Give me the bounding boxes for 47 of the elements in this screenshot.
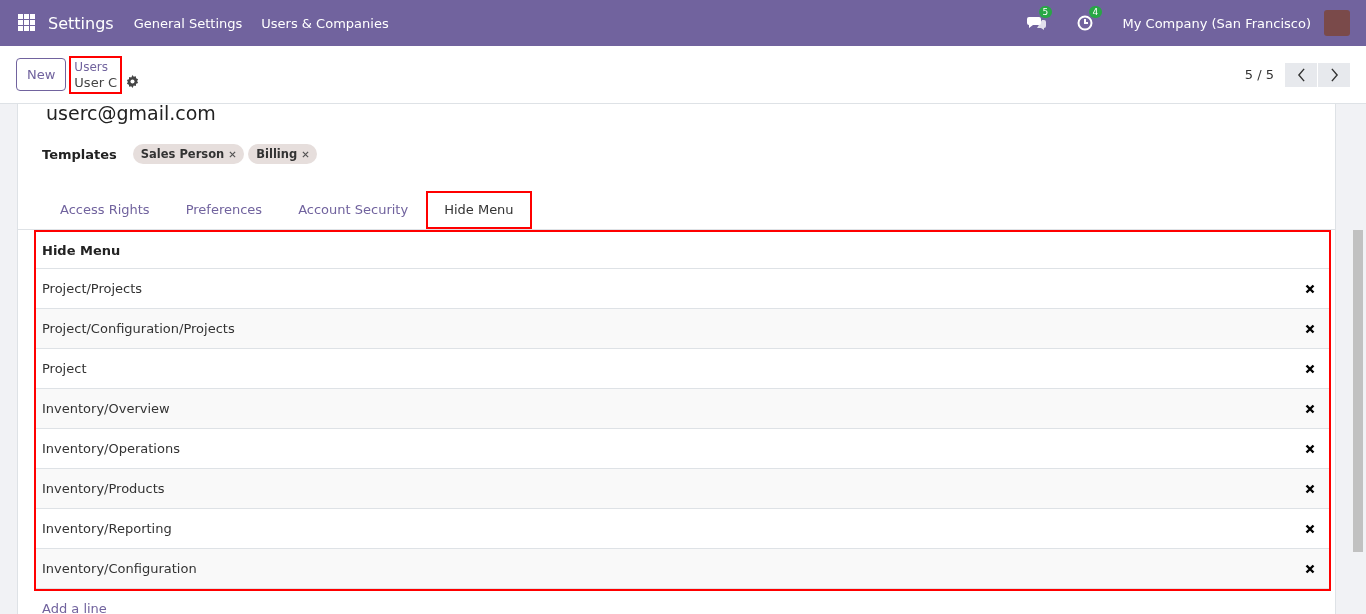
tab[interactable]: Account Security	[280, 191, 427, 229]
record-name: User C	[74, 74, 118, 90]
template-tag[interactable]: Sales Person	[132, 144, 245, 164]
chat-icon[interactable]	[1026, 15, 1047, 31]
delete-icon[interactable]	[1305, 563, 1315, 574]
nav-menu-item[interactable]: General Settings	[133, 15, 243, 31]
table-cell-text: Inventory/Reporting	[42, 521, 173, 536]
company-switcher[interactable]: My Company (San Francisco)	[1122, 15, 1311, 31]
previous-button[interactable]	[1285, 62, 1317, 87]
delete-icon[interactable]	[1305, 323, 1315, 334]
table-cell-text: Inventory/Configuration	[42, 561, 198, 576]
template-tag[interactable]: Billing	[248, 144, 318, 164]
table-cell-text: Inventory/Operations	[42, 441, 181, 456]
remove-icon[interactable]	[229, 151, 237, 158]
apps-grid-icon[interactable]	[18, 14, 36, 32]
add-line-link[interactable]: Add a line	[42, 601, 1335, 614]
delete-icon[interactable]	[1305, 283, 1315, 294]
table-cell-text: Project/Projects	[42, 281, 144, 296]
new-button[interactable]: New	[16, 58, 67, 91]
column-header: Hide Menu	[42, 242, 121, 258]
notification-count: 5	[1038, 6, 1053, 18]
tab[interactable]: Hide Menu	[426, 191, 532, 229]
remove-icon[interactable]	[302, 151, 310, 158]
table-cell-text: Inventory/Products	[42, 481, 166, 496]
chevron-left-icon	[1296, 67, 1306, 82]
notification-count: 4	[1088, 6, 1103, 18]
breadcrumb-link[interactable]: Users	[74, 59, 118, 75]
tab[interactable]: Preferences	[167, 191, 281, 229]
table-cell-text: Project	[42, 361, 88, 376]
table-cell-text: Inventory/Overview	[42, 401, 171, 416]
delete-icon[interactable]	[1305, 363, 1315, 374]
pager-counter: 5 / 5	[1244, 67, 1274, 82]
delete-icon[interactable]	[1305, 483, 1315, 494]
tab[interactable]: Access Rights	[42, 191, 168, 229]
chevron-right-icon	[1329, 67, 1339, 82]
delete-icon[interactable]	[1305, 403, 1315, 414]
delete-icon[interactable]	[1305, 523, 1315, 534]
nav-menu-item[interactable]: Users & Companies	[261, 15, 389, 31]
table-cell-text: Project/Configuration/Projects	[42, 321, 236, 336]
next-button[interactable]	[1318, 62, 1350, 87]
settings-icon[interactable]	[126, 75, 140, 88]
record-title: userc@gmail.com	[45, 104, 217, 122]
delete-icon[interactable]	[1305, 443, 1315, 454]
app-name[interactable]: Settings	[48, 13, 114, 33]
scrollbar-thumb[interactable]	[1353, 230, 1363, 552]
field-label: Templates	[42, 146, 117, 162]
clock-icon[interactable]	[1076, 15, 1093, 31]
